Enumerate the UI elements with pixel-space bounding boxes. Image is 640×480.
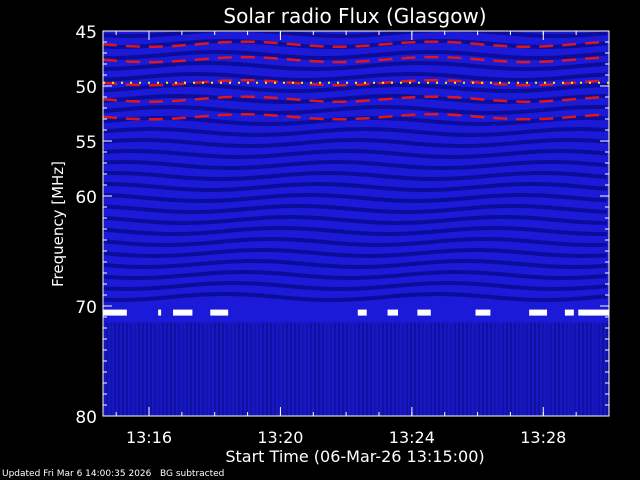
heatmap-area (103, 31, 609, 416)
chart-title: Solar radio Flux (Glasgow) (223, 4, 486, 28)
blank-segment (387, 309, 399, 316)
y-tick-label: 50 (75, 78, 97, 98)
blank-segment (529, 309, 548, 316)
blank-segment (357, 309, 367, 316)
x-tick-label: 13:24 (389, 428, 435, 447)
footer-updated: Updated Fri Mar 6 14:00:35 2026 (2, 469, 152, 479)
y-tick-label: 80 (75, 408, 97, 428)
blank-segment (564, 309, 574, 316)
footer-note: BG subtracted (159, 469, 225, 479)
y-tick-label: 60 (75, 188, 97, 208)
blank-segment (103, 309, 127, 316)
blank-segment (417, 309, 431, 316)
blank-segment (173, 309, 193, 316)
blank-segment (475, 309, 491, 316)
x-tick-label: 13:20 (257, 428, 303, 447)
y-tick-label: 70 (75, 298, 97, 318)
x-tick-label: 13:16 (126, 428, 172, 447)
y-tick-label: 55 (75, 133, 97, 153)
blank-segment (158, 309, 162, 316)
blank-segment (210, 309, 229, 316)
y-tick-label: 45 (75, 23, 97, 43)
y-axis-label: Frequency [MHz] (49, 161, 67, 287)
footer: Updated Fri Mar 6 14:00:35 2026 BG subtr… (2, 469, 224, 479)
x-tick-label: 13:28 (520, 428, 566, 447)
spectrogram-chart: 45 50 55 60 70 80 13:16 13:20 13:24 13:28 Solar r… (0, 0, 640, 480)
x-axis-label: Start Time (06-Mar-26 13:15:00) (225, 447, 484, 466)
